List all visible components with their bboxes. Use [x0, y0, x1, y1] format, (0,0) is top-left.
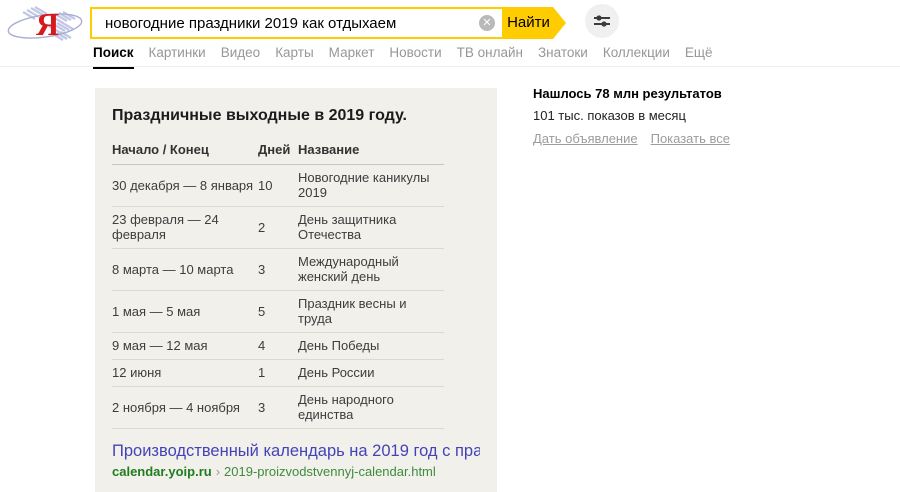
search-button-arrow	[553, 7, 566, 39]
result-domain-link[interactable]: calendar.yoip.ru	[112, 464, 212, 479]
table-cell: 2 ноября — 4 ноября	[112, 387, 258, 429]
table-cell: День России	[298, 360, 444, 387]
table-cell: 12 июня	[112, 360, 258, 387]
table-cell: 3	[258, 249, 298, 291]
table-cell: День Победы	[298, 333, 444, 360]
search-input[interactable]	[90, 7, 504, 39]
result-heading: Праздничные выходные в 2019 году.	[112, 107, 480, 125]
table-cell: 10	[258, 165, 298, 207]
yandex-logo[interactable]: Я	[5, 2, 87, 44]
header-divider	[0, 66, 900, 67]
clear-search-icon[interactable]: ✕	[479, 15, 495, 31]
table-head: Начало / Конец Дней Название	[112, 139, 444, 165]
impressions-per-month: 101 тыс. показов в месяц	[533, 108, 773, 123]
result-path: 2019-proizvodstvennyj-calendar.html	[224, 464, 436, 479]
table-cell: Новогодние каникулы 2019	[298, 165, 444, 207]
table-cell: Международный женский день	[298, 249, 444, 291]
column-header-days: Дней	[258, 139, 298, 165]
holidays-table: Начало / Конец Дней Название 30 декабря …	[112, 139, 444, 429]
search-result-card: Праздничные выходные в 2019 году. Начало…	[95, 88, 497, 492]
table-cell: Праздник весны и труда	[298, 291, 444, 333]
table-row: 8 марта — 10 марта3Международный женский…	[112, 249, 444, 291]
table-cell: 8 марта — 10 марта	[112, 249, 258, 291]
result-url: calendar.yoip.ru›2019-proizvodstvennyj-c…	[112, 464, 480, 479]
column-header-dates: Начало / Конец	[112, 139, 258, 165]
yandex-festive-logo-graphic: Я	[5, 2, 87, 44]
table-row: 9 мая — 12 мая4День Победы	[112, 333, 444, 360]
table-header-row: Начало / Конец Дней Название	[112, 139, 444, 165]
results-meta-sidebar: Нашлось 78 млн результатов 101 тыс. пока…	[533, 86, 773, 146]
table-cell: День защитника Отечества	[298, 207, 444, 249]
table-cell: 5	[258, 291, 298, 333]
filter-sliders-icon	[594, 14, 610, 28]
table-row: 23 февраля — 24 февраля2День защитника О…	[112, 207, 444, 249]
table-body: 30 декабря — 8 января10Новогодние канику…	[112, 165, 444, 429]
svg-text:Я: Я	[36, 6, 59, 42]
result-title-link[interactable]: Производственный календарь на 2019 год с…	[112, 442, 480, 461]
ad-links: Дать объявление Показать все	[533, 131, 773, 146]
table-cell: День народного единства	[298, 387, 444, 429]
table-row: 12 июня1День России	[112, 360, 444, 387]
table-cell: 1	[258, 360, 298, 387]
search-results-column: Праздничные выходные в 2019 году. Начало…	[95, 88, 497, 492]
result-link-block: Производственный календарь на 2019 год с…	[112, 442, 480, 479]
table-cell: 30 декабря — 8 января	[112, 165, 258, 207]
table-row: 30 декабря — 8 января10Новогодние канику…	[112, 165, 444, 207]
table-row: 1 мая — 5 мая5Праздник весны и труда	[112, 291, 444, 333]
table-cell: 9 мая — 12 мая	[112, 333, 258, 360]
table-cell: 1 мая — 5 мая	[112, 291, 258, 333]
place-ad-link[interactable]: Дать объявление	[533, 131, 638, 146]
table-cell: 2	[258, 207, 298, 249]
search-settings-button[interactable]	[585, 4, 619, 38]
table-cell: 23 февраля — 24 февраля	[112, 207, 258, 249]
table-cell: 4	[258, 333, 298, 360]
show-all-link[interactable]: Показать все	[651, 131, 730, 146]
url-separator: ›	[212, 464, 224, 479]
table-row: 2 ноября — 4 ноября3День народного единс…	[112, 387, 444, 429]
column-header-name: Название	[298, 139, 444, 165]
search-button[interactable]: Найти	[504, 7, 553, 39]
table-cell: 3	[258, 387, 298, 429]
results-count: Нашлось 78 млн результатов	[533, 86, 773, 101]
